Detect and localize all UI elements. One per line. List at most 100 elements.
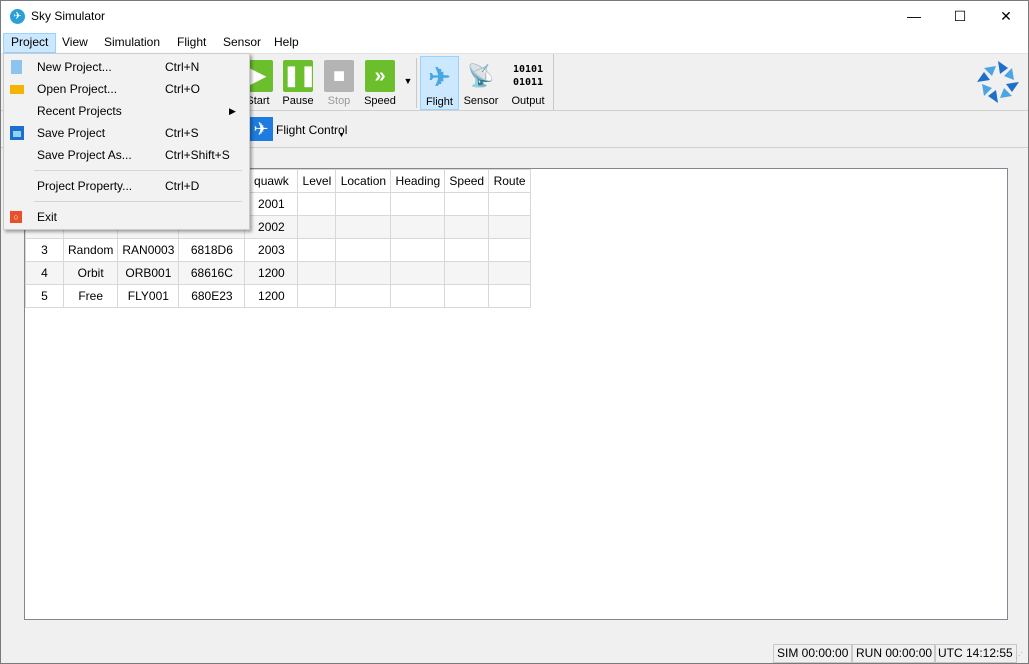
minimize-button[interactable]: — — [891, 1, 937, 32]
menu-item-open-project[interactable]: Open Project... Ctrl+O — [4, 78, 249, 100]
menu-item-label: Recent Projects — [37, 104, 122, 118]
table-cell[interactable] — [297, 192, 337, 216]
pause-icon: ❚❚ — [283, 60, 317, 92]
menu-item-label: Save Project — [37, 126, 106, 140]
table-cell[interactable]: 2003 — [244, 238, 299, 262]
table-cell[interactable]: 5 — [25, 284, 64, 308]
table-cell[interactable]: 4 — [25, 261, 64, 285]
menu-project[interactable]: Project — [3, 33, 57, 53]
menu-item-shortcut: Ctrl+S — [165, 126, 199, 140]
stop-button[interactable]: ■ Stop — [321, 56, 357, 110]
table-cell[interactable] — [297, 215, 337, 239]
table-cell[interactable] — [444, 215, 490, 239]
menu-item-label: Open Project... — [37, 82, 118, 96]
table-cell[interactable] — [488, 284, 532, 308]
submenu-arrow-icon: ▶ — [229, 106, 236, 116]
table-cell[interactable] — [488, 215, 532, 239]
table-cell[interactable] — [335, 284, 392, 308]
menu-help[interactable]: Help — [267, 33, 306, 53]
column-header-heading[interactable]: Heading — [390, 169, 446, 193]
table-cell[interactable]: Orbit — [62, 261, 119, 285]
close-button[interactable]: ✕ — [983, 1, 1029, 32]
table-cell[interactable]: 6818D6 — [178, 238, 246, 262]
flight-control-icon: ✈ — [249, 117, 273, 141]
flight-control-dropdown-icon[interactable]: ▼ — [338, 132, 345, 139]
save-icon — [10, 126, 24, 140]
table-cell[interactable] — [297, 261, 337, 285]
airplane-icon: ✈ — [428, 62, 451, 92]
menu-item-label: Project Property... — [37, 179, 133, 193]
menu-item-project-property[interactable]: Project Property... Ctrl+D — [4, 175, 249, 197]
menu-item-save-project[interactable]: Save Project Ctrl+S — [4, 122, 249, 144]
table-cell[interactable] — [297, 284, 337, 308]
table-cell[interactable] — [335, 215, 392, 239]
speed-button[interactable]: » Speed — [361, 56, 399, 110]
sim-time: SIM 00:00:00 — [773, 644, 853, 663]
table-cell[interactable] — [390, 261, 446, 285]
table-cell[interactable] — [335, 238, 392, 262]
menu-separator — [34, 170, 242, 171]
menu-item-save-project-as[interactable]: Save Project As... Ctrl+Shift+S — [4, 144, 249, 166]
column-header-level[interactable]: Level — [297, 169, 337, 193]
flights-table-panel: quawk Level Location Heading Speed Route… — [24, 168, 1008, 620]
table-cell[interactable] — [297, 238, 337, 262]
flight-control-button[interactable]: Flight Control — [276, 123, 347, 137]
folder-icon — [10, 85, 24, 94]
table-cell[interactable] — [390, 238, 446, 262]
menu-view[interactable]: View — [55, 33, 95, 53]
menu-simulation[interactable]: Simulation — [97, 33, 167, 53]
table-cell[interactable] — [488, 261, 532, 285]
radar-dish-icon: 📡 — [467, 63, 495, 88]
menu-sensor[interactable]: Sensor — [216, 33, 268, 53]
table-cell[interactable]: 1200 — [244, 261, 299, 285]
title-bar: ✈ Sky Simulator — ☐ ✕ — [1, 1, 1028, 32]
table-cell[interactable]: ORB001 — [117, 261, 180, 285]
table-cell[interactable] — [335, 192, 392, 216]
menu-flight[interactable]: Flight — [170, 33, 213, 53]
table-row[interactable]: 5 Free FLY001 680E23 1200 — [25, 284, 532, 308]
table-cell[interactable]: 2001 — [244, 192, 299, 216]
table-cell[interactable]: RAN0003 — [117, 238, 180, 262]
table-row[interactable]: 4 Orbit ORB001 68616C 1200 — [25, 261, 532, 285]
table-cell[interactable] — [488, 238, 532, 262]
resize-grip-icon[interactable]: ⋰ — [1015, 651, 1023, 660]
table-cell[interactable]: 68616C — [178, 261, 246, 285]
menu-item-new-project[interactable]: New Project... Ctrl+N — [4, 56, 249, 78]
table-cell[interactable]: Random — [62, 238, 119, 262]
flight-button[interactable]: ✈ Flight — [420, 56, 459, 110]
maximize-button[interactable]: ☐ — [937, 1, 983, 32]
table-cell[interactable] — [390, 192, 446, 216]
table-cell[interactable] — [444, 192, 490, 216]
pause-label: Pause — [282, 95, 314, 107]
toolbar-separator — [553, 54, 554, 110]
sensor-button[interactable]: 📡 Sensor — [461, 56, 501, 110]
table-cell[interactable] — [390, 284, 446, 308]
fast-forward-icon: » — [365, 60, 395, 92]
output-button[interactable]: 10101 01011 Output — [506, 56, 550, 110]
column-header-speed[interactable]: Speed — [444, 169, 490, 193]
status-bar: SIM 00:00:00 RUN 00:00:00 UTC 14:12:55 ⋰ — [1, 641, 1028, 664]
table-cell[interactable]: FLY001 — [117, 284, 180, 308]
table-cell[interactable] — [390, 215, 446, 239]
pause-button[interactable]: ❚❚ Pause — [280, 56, 317, 110]
table-cell[interactable] — [444, 284, 490, 308]
table-cell[interactable] — [444, 261, 490, 285]
table-cell[interactable]: Free — [62, 284, 119, 308]
menu-item-exit[interactable]: ○ Exit — [4, 206, 249, 228]
column-header-location[interactable]: Location — [335, 169, 392, 193]
table-cell[interactable]: 1200 — [244, 284, 299, 308]
table-cell[interactable] — [444, 238, 490, 262]
table-cell[interactable]: 2002 — [244, 215, 299, 239]
window-title: Sky Simulator — [31, 9, 106, 23]
column-header-route[interactable]: Route — [488, 169, 532, 193]
table-cell[interactable]: 3 — [25, 238, 64, 262]
table-cell[interactable]: 680E23 — [178, 284, 246, 308]
menu-bar: Project View Simulation Flight Sensor He… — [1, 32, 1028, 53]
menu-item-shortcut: Ctrl+Shift+S — [165, 148, 230, 162]
menu-item-recent-projects[interactable]: Recent Projects ▶ — [4, 100, 249, 122]
table-cell[interactable] — [335, 261, 392, 285]
table-row[interactable]: 3 Random RAN0003 6818D6 2003 — [25, 238, 532, 262]
table-cell[interactable] — [488, 192, 532, 216]
menu-item-label: Save Project As... — [37, 148, 132, 162]
column-header-squawk[interactable]: quawk — [244, 169, 299, 193]
